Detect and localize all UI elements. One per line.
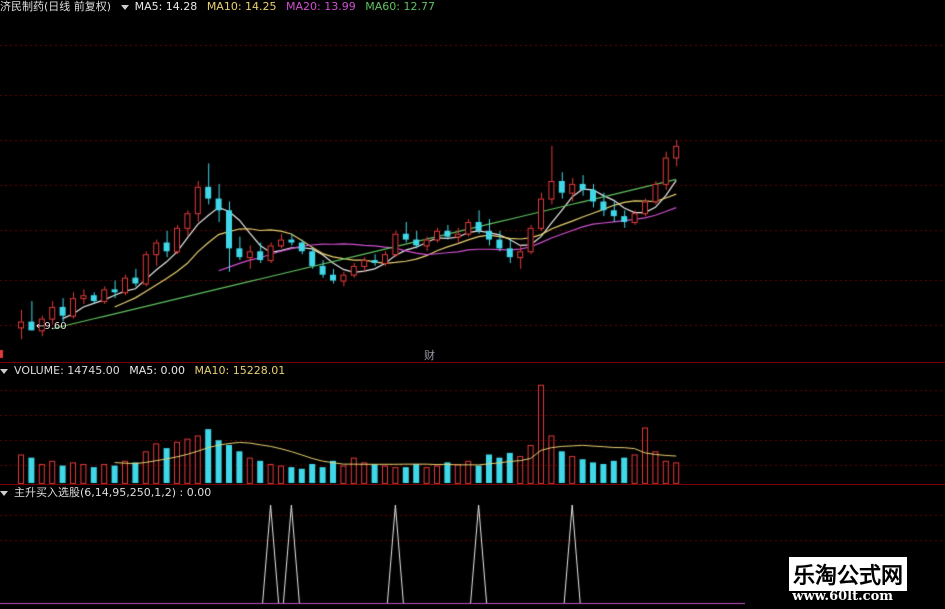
financial-event-marker[interactable]: 财: [424, 347, 435, 363]
watermark-url: www.60lt.com: [792, 589, 893, 604]
collapse-triangle-icon[interactable]: [0, 368, 8, 374]
stock-title[interactable]: 济民制药(日线 前复权): [0, 0, 111, 13]
volume-ma5-readout: MA5: 0.00: [129, 364, 185, 377]
volume-ma10-readout: MA10: 15228.01: [194, 364, 286, 377]
panel-divider: [0, 362, 945, 363]
collapse-triangle-icon[interactable]: [0, 490, 8, 496]
indicator-panel-header: 主升买入选股(6,14,95,250,1,2) : 0.00: [0, 486, 217, 500]
ma5-readout: MA5: 14.28: [134, 0, 198, 13]
low-price-label: ←9.60: [36, 321, 67, 332]
watermark-name: 乐淘公式网: [788, 557, 907, 591]
collapse-triangle-icon[interactable]: [120, 4, 129, 10]
ma20-readout: MA20: 13.99: [286, 0, 356, 13]
ma60-readout: MA60: 12.77: [365, 0, 435, 13]
indicator-readout: 主升买入选股(6,14,95,250,1,2) : 0.00: [14, 486, 212, 499]
volume-panel-header: VOLUME: 14745.00 MA5: 0.00 MA10: 15228.0…: [0, 364, 291, 378]
price-panel-header: 济民制药(日线 前复权) MA5: 14.28 MA10: 14.25 MA20…: [0, 0, 441, 14]
volume-readout: VOLUME: 14745.00: [14, 364, 120, 377]
stock-chart-canvas[interactable]: [0, 0, 945, 609]
panel-divider: [0, 484, 945, 485]
ma10-readout: MA10: 14.25: [206, 0, 277, 13]
